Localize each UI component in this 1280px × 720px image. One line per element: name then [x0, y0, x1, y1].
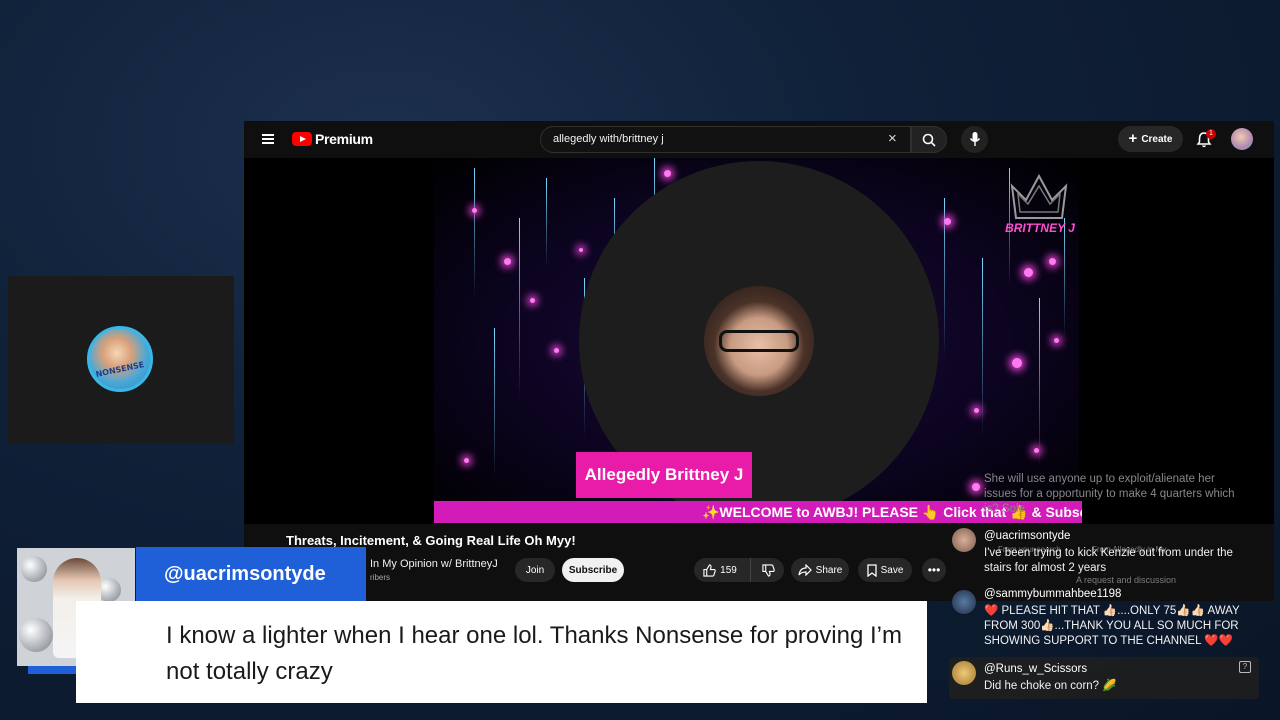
logo-text: Premium [315, 131, 373, 147]
clear-search-icon[interactable]: × [888, 131, 897, 146]
create-label: Create [1141, 133, 1173, 145]
notification-count-badge: 1 [1206, 129, 1216, 139]
lower-third-comment: I know a lighter when I hear one lol. Th… [166, 622, 902, 685]
glasses-shape [719, 330, 799, 352]
nonsense-avatar: NONSENSE [87, 326, 153, 392]
search-icon [922, 133, 936, 147]
guest-cam-panel: NONSENSE [8, 276, 234, 444]
search-box[interactable] [540, 126, 911, 153]
voice-search-button[interactable] [961, 126, 988, 153]
subscriber-count: ribers [370, 573, 391, 582]
chat-text: Did he choke on corn? 🌽 [984, 680, 1117, 692]
more-actions-button[interactable]: ••• [922, 558, 946, 582]
subscribe-button[interactable]: Subscribe [562, 558, 624, 582]
plus-icon: + [1128, 130, 1138, 147]
thumbs-down-icon [761, 563, 775, 577]
search-input[interactable] [553, 133, 873, 145]
youtube-header: Premium × + Create 1 [244, 121, 1274, 158]
highlighted-chat-message: @Runs_w_Scissors Did he choke on corn? 🌽… [949, 657, 1259, 699]
chat-avatar [952, 661, 976, 685]
chat-avatar [952, 528, 976, 552]
youtube-window: Premium × + Create 1 [244, 121, 1274, 601]
host-name-plate: Allegedly Brittney J [576, 452, 752, 498]
share-button[interactable]: Share [791, 558, 849, 582]
more-dots-icon: ••• [927, 563, 941, 577]
save-button[interactable]: Save [858, 558, 912, 582]
thumbs-up-icon [703, 563, 716, 577]
ghost-text-request: A request and discussion [1076, 575, 1177, 585]
join-button[interactable]: Join [515, 558, 555, 582]
video-title: Threats, Incitement, & Going Real Life O… [286, 533, 576, 548]
microphone-icon [969, 132, 981, 146]
like-count: 159 [720, 564, 737, 576]
share-label: Share [815, 564, 843, 576]
chat-avatar [952, 590, 976, 614]
search-button[interactable] [911, 126, 947, 153]
hamburger-menu-icon[interactable] [262, 134, 274, 144]
dislike-button[interactable] [750, 558, 785, 582]
video-player[interactable]: Allegedly Brittney J ✨WELCOME to AWBJ! P… [244, 158, 1274, 524]
account-avatar[interactable] [1231, 128, 1253, 150]
help-icon[interactable]: ? [1239, 661, 1251, 673]
chat-username: @uacrimsontyde [984, 530, 1071, 542]
youtube-logo[interactable]: Premium [292, 131, 373, 147]
chat-username: @sammybummahbee1198 [984, 588, 1122, 600]
brand-label: BRITTNEY J [1005, 221, 1075, 235]
chat-text: ❤️ PLEASE HIT THAT 👍🏻....ONLY 75👍🏻👍🏻 AWA… [984, 605, 1240, 647]
faded-chat-message: She will use anyone up to exploit/aliena… [984, 473, 1235, 515]
share-icon [798, 564, 812, 576]
chat-text: I've been trying to kick Kenzie out from… [984, 547, 1233, 574]
lower-third-username: @uacrimsontyde [164, 563, 326, 585]
channel-name[interactable]: In My Opinion w/ BrittneyJ [370, 558, 498, 570]
bookmark-icon [866, 563, 877, 577]
create-button[interactable]: + Create [1118, 126, 1183, 152]
crown-icon [1010, 173, 1068, 219]
youtube-play-icon [292, 132, 312, 146]
like-dislike-group: 159 [694, 558, 784, 582]
like-button[interactable]: 159 [694, 558, 746, 582]
avatar-badge-text: NONSENSE [94, 359, 146, 380]
save-label: Save [880, 564, 904, 576]
chat-username: @Runs_w_Scissors [984, 663, 1088, 675]
